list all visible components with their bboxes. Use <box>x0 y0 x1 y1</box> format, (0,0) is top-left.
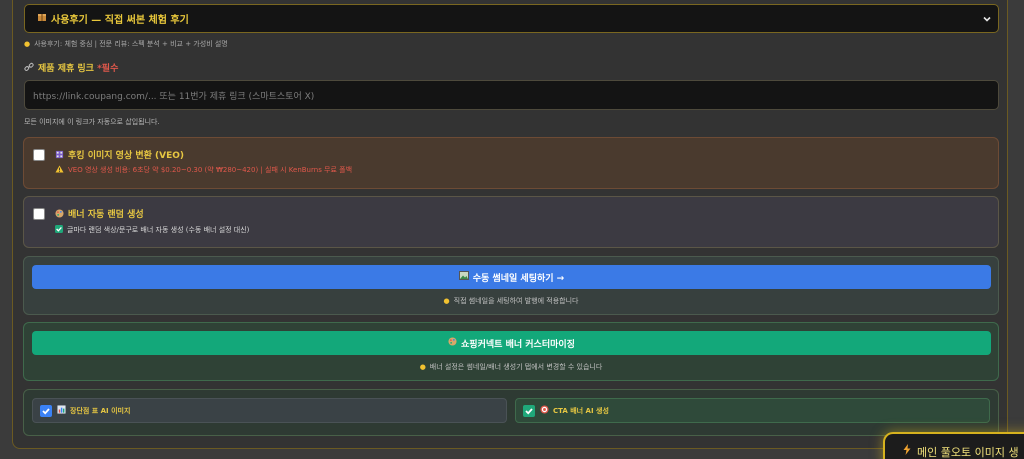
lightbulb-icon: ● <box>443 297 450 305</box>
lightbulb-icon: ● <box>24 40 31 48</box>
cta-banner-checkbox[interactable] <box>523 404 535 417</box>
banner-option-title: 배너 자동 랜덤 생성 <box>55 207 144 221</box>
picture-icon <box>458 271 469 283</box>
affiliate-link-note: 모든 이미지에 이 링크가 자동으로 삽입됩니다. <box>24 118 160 126</box>
veo-cost-warning: VEO 영상 생성 비용: 6초당 약 $0.20~0.30 (약 ₩280~4… <box>55 165 352 175</box>
banner-option-card: 배너 자동 랜덤 생성 글마다 랜덤 색상/문구로 배너 자동 생성 (수동 배… <box>23 196 999 248</box>
pros-cons-checkbox[interactable] <box>40 404 52 417</box>
lightning-icon <box>903 444 911 458</box>
palette-icon <box>448 337 457 349</box>
affiliate-link-label: 제품 제휴 링크 *필수 <box>24 61 118 75</box>
bar-chart-icon <box>57 405 66 416</box>
ai-options-card: 장단점 표 AI 이미지 CTA 배너 AI 생성 <box>23 389 999 436</box>
shopping-banner-card: 쇼핑커넥트 배너 커스터마이징 ● 배너 설정은 썸네일/배너 생성기 탭에서 변… <box>23 322 999 381</box>
check-box-icon <box>55 225 63 235</box>
affiliate-link-input[interactable]: https://link.coupang.com/... 또는 11번가 제휴 … <box>24 80 999 110</box>
review-type-select[interactable]: 사용후기 — 직접 써본 체험 후기 <box>24 4 999 33</box>
film-icon <box>55 150 64 162</box>
veo-option-card: 후킹 이미지 영상 변환 (VEO) VEO 영상 생성 비용: 6초당 약 $… <box>23 137 999 189</box>
veo-option-title: 후킹 이미지 영상 변환 (VEO) <box>55 148 184 162</box>
thumbnail-card: 수동 썸네일 세팅하기 → ● 직접 썸네일을 세팅하여 발행에 적용합니다 <box>23 256 999 315</box>
chevron-down-icon <box>983 16 991 22</box>
banner-customize-button[interactable]: 쇼핑커넥트 배너 커스터마이징 <box>32 331 991 355</box>
cta-banner-ai-option[interactable]: CTA 배너 AI 생성 <box>515 398 990 423</box>
package-icon <box>37 12 47 25</box>
warning-icon <box>55 165 64 175</box>
veo-checkbox[interactable] <box>33 149 45 161</box>
review-type-hint: ● 사용후기: 체험 중심 | 전문 리뷰: 스펙 분석 + 비교 + 가성비 설… <box>24 40 228 48</box>
target-icon <box>540 405 549 416</box>
affiliate-link-placeholder: https://link.coupang.com/... 또는 11번가 제휴 … <box>33 91 315 102</box>
main-full-auto-image-button[interactable]: 메인 풀오토 이미지 생 <box>883 432 1024 459</box>
pros-cons-ai-option[interactable]: 장단점 표 AI 이미지 <box>32 398 507 423</box>
banner-auto-checkbox[interactable] <box>33 208 45 220</box>
palette-icon <box>55 208 64 221</box>
thumbnail-hint: ● 직접 썸네일을 세팅하여 발행에 적용합니다 <box>443 297 579 305</box>
manual-thumbnail-button[interactable]: 수동 썸네일 세팅하기 → <box>32 265 991 289</box>
review-type-selected: 사용후기 — 직접 써본 체험 후기 <box>51 15 189 26</box>
banner-hint: ● 배너 설정은 썸네일/배너 생성기 탭에서 변경할 수 있습니다 <box>419 363 603 371</box>
banner-option-sub: 글마다 랜덤 색상/문구로 배너 자동 생성 (수동 배너 설정 대신) <box>55 225 249 235</box>
lightbulb-icon: ● <box>419 363 426 371</box>
link-icon <box>24 62 34 75</box>
required-marker: *필수 <box>97 64 119 74</box>
